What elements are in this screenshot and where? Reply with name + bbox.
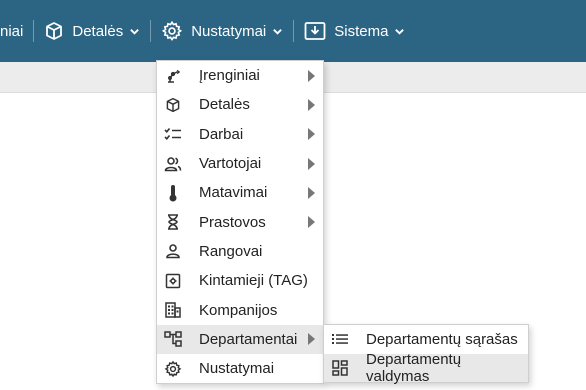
menu-item-irenginiai[interactable]: Įrenginiai [157,61,323,90]
settings-dropdown-menu: Įrenginiai Detalės Darbai Vartotojai Mat… [156,60,324,385]
checklist-icon [157,126,189,142]
chevron-down-icon [395,28,405,35]
menu-item-label: Nustatymai [199,360,275,378]
menu-item-label: Detalės [199,96,250,114]
menu-item-label: Vartotojai [199,155,262,173]
nav-item-irenginiai[interactable]: niai [0,0,33,62]
chevron-down-icon [273,28,283,35]
cube-icon [46,22,63,40]
thermometer-icon [157,184,189,202]
menu-item-label: Matavimai [199,184,268,202]
menu-item-vartotojai[interactable]: Vartotojai [157,149,323,178]
building-icon [157,302,189,318]
menu-item-label: Departamentų sąrašas [366,330,518,348]
menu-item-label: Kintamieji (TAG) [199,272,308,290]
menu-item-label: Rangovai [199,242,263,260]
nav-item-label: Sistema [334,22,389,40]
menu-item-label: Departamentų valdymas [366,350,462,385]
gear-icon [157,360,189,378]
menu-item-label: Departamentai [199,330,298,348]
tag-gear-icon [157,273,189,289]
menu-item-label: Prastovos [199,213,266,231]
gear-icon [162,20,183,42]
submenu-item-departamentu-sarasas[interactable]: Departamentų sąrašas [324,325,528,354]
top-navbar: niai Detalės Nustatymai Sistema [0,0,586,62]
user-icon [157,243,189,259]
nav-item-sistema[interactable]: Sistema [294,0,415,62]
cube-icon [157,97,189,113]
menu-item-label: Įrenginiai [199,67,260,85]
users-icon [157,156,189,172]
hourglass-icon [157,214,189,230]
list-icon [324,332,356,346]
dashboard-icon [324,360,356,376]
caret-right-icon [308,98,315,111]
caret-right-icon [308,216,315,229]
menu-item-kompanijos[interactable]: Kompanijos [157,295,323,324]
nav-item-label: Detalės [72,22,124,40]
caret-right-icon [308,333,315,346]
menu-item-label: Kompanijos [199,301,278,319]
departamentai-submenu: Departamentų sąrašas Departamentų valdym… [323,324,529,385]
robot-arm-icon [157,68,189,84]
caret-right-icon [308,69,315,82]
nav-item-label: Nustatymai [191,22,267,40]
menu-item-label: Darbai [199,125,244,143]
caret-right-icon [308,128,315,141]
menu-item-detales[interactable]: Detalės [157,90,323,119]
menu-item-departamentai[interactable]: Departamentai [157,324,323,354]
hierarchy-icon [157,331,189,348]
nav-item-detales[interactable]: Detalės [34,0,150,62]
menu-item-prastovos[interactable]: Prastovos [157,207,323,236]
nav-item-nustatymai[interactable]: Nustatymai [151,0,293,62]
menu-item-matavimai[interactable]: Matavimai [157,178,323,207]
menu-item-rangovai[interactable]: Rangovai [157,237,323,266]
nav-item-label: niai [0,22,24,40]
menu-item-kintamieji[interactable]: Kintamieji (TAG) [157,266,323,295]
caret-right-icon [308,186,315,199]
download-box-icon [304,22,326,40]
chevron-down-icon [130,28,140,35]
menu-item-darbai[interactable]: Darbai [157,120,323,149]
submenu-item-departamentu-valdymas[interactable]: Departamentų valdymas [324,350,528,385]
menu-item-nustatymai[interactable]: Nustatymai [157,354,323,383]
caret-right-icon [308,157,315,170]
